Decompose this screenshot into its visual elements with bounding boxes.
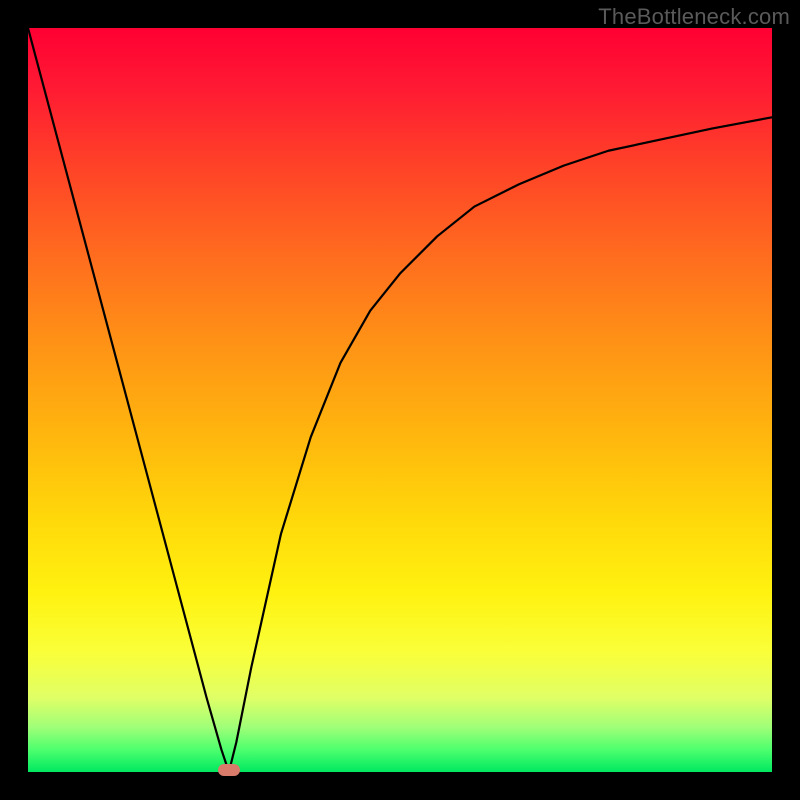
optimum-marker [218,764,240,776]
plot-area [28,28,772,772]
watermark-text: TheBottleneck.com [598,4,790,30]
chart-frame: TheBottleneck.com [0,0,800,800]
data-curve [28,28,772,772]
curve-svg [28,28,772,772]
